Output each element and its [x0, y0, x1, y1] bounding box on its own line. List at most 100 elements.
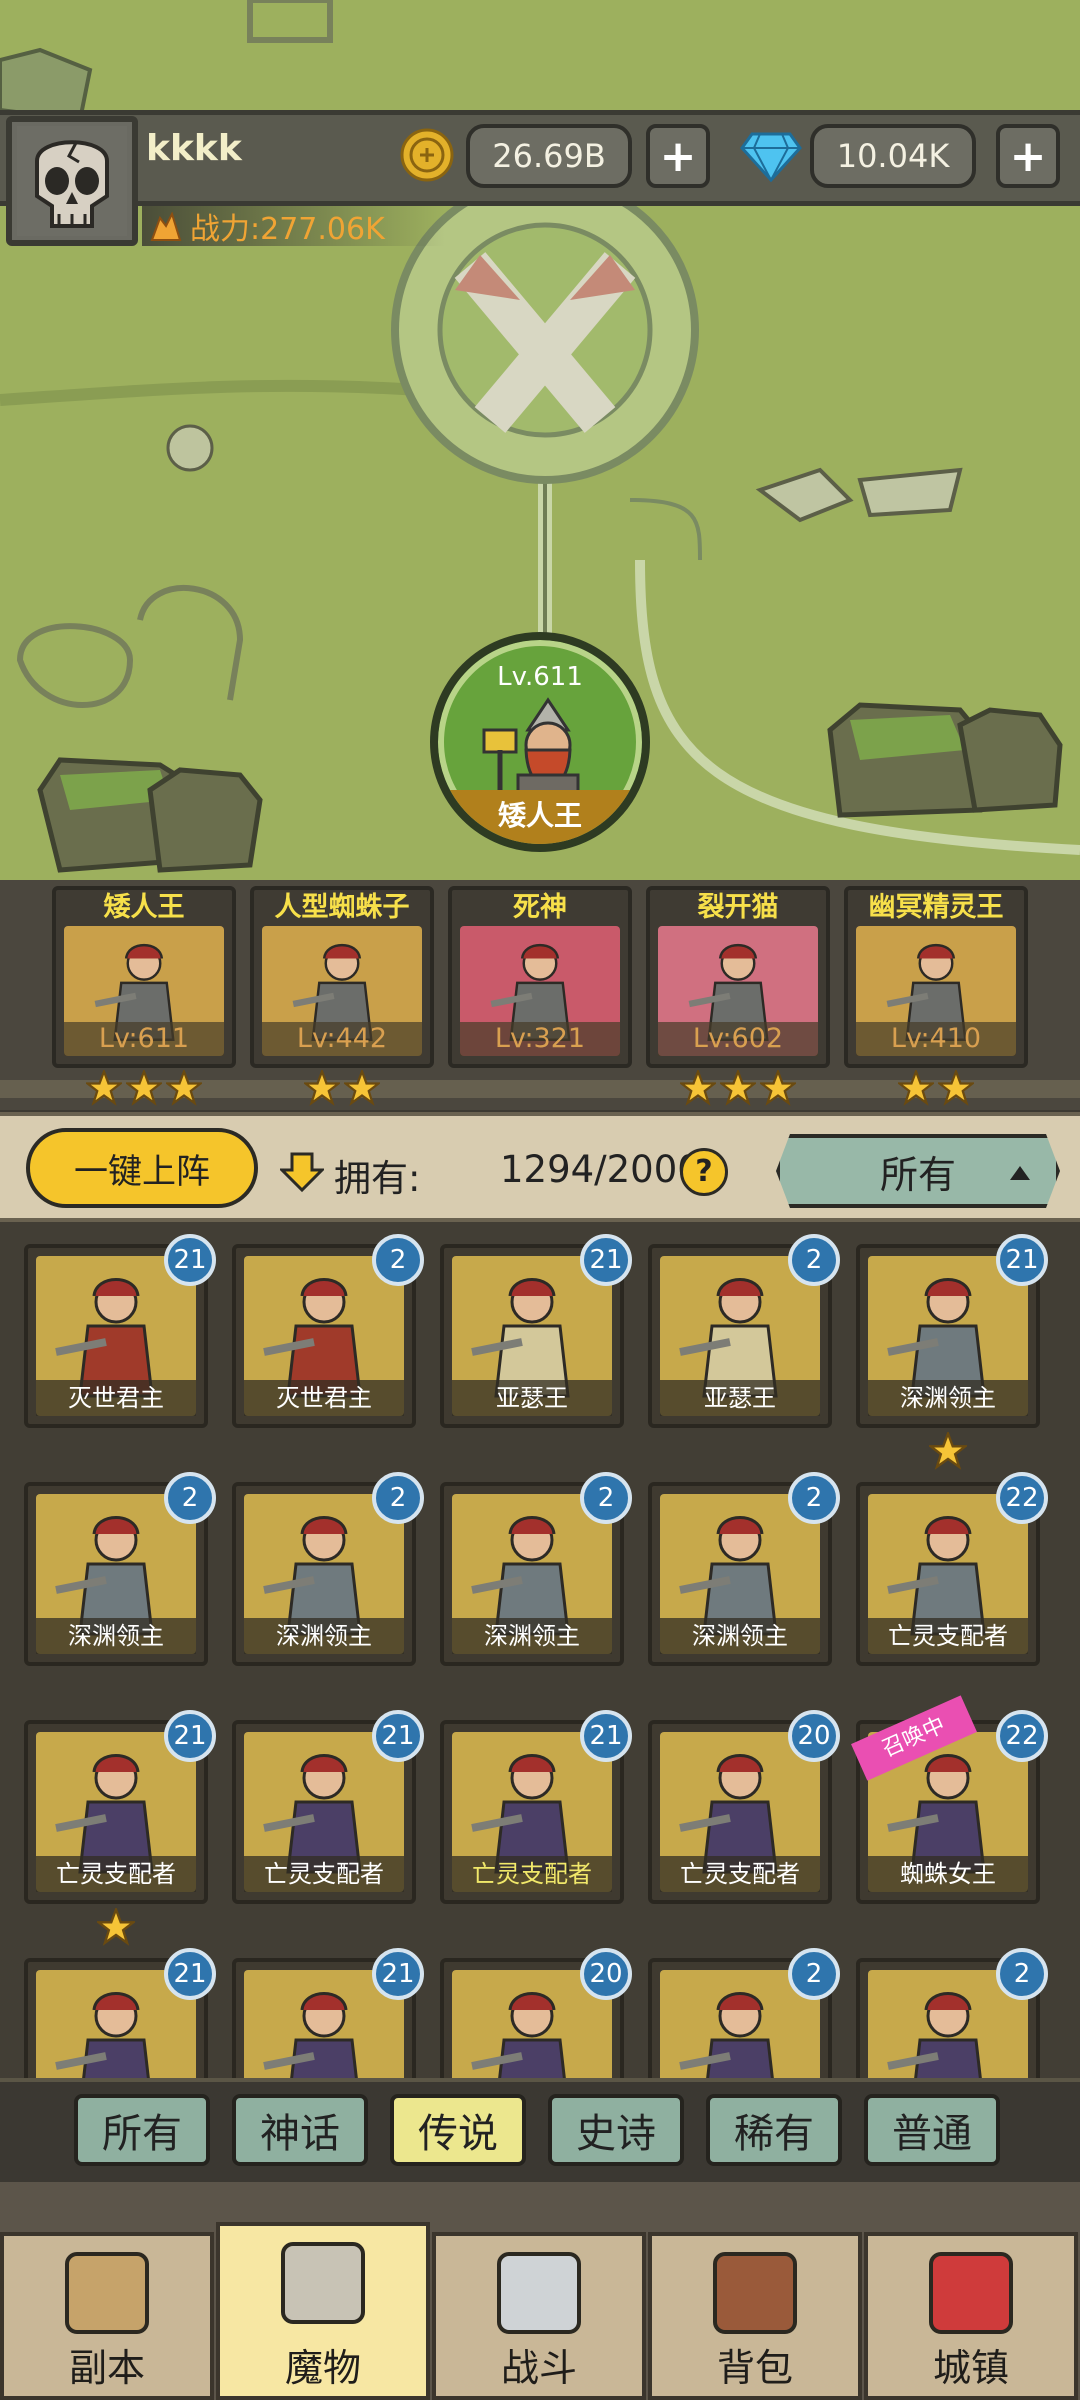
nav-tab[interactable]: 战斗 — [432, 2232, 646, 2400]
monster-star — [95, 1906, 137, 1946]
monster-card[interactable]: 亡灵支配者 21 — [232, 1710, 424, 1904]
filter-dropdown-value: 所有 — [879, 1152, 956, 1197]
rarity-tab[interactable]: 普通 — [864, 2094, 1000, 2166]
featured-hero-name: 矮人王 — [497, 799, 582, 832]
combat-power: 战力:277.06K — [142, 206, 445, 247]
nav-icon — [281, 2242, 365, 2324]
monster-card[interactable]: 21 — [232, 1948, 424, 2078]
monster-count-badge: 21 — [372, 1948, 424, 2000]
team-slot-name: 人型蜘蛛子 — [274, 892, 410, 923]
nav-icon — [929, 2252, 1013, 2334]
player-avatar[interactable] — [6, 116, 138, 246]
monster-card[interactable]: 亡灵支配者 21 — [440, 1710, 632, 1904]
monster-card[interactable]: 亚瑟王 21 — [440, 1234, 632, 1428]
monster-card[interactable]: 深渊领主 2 — [648, 1472, 840, 1666]
monster-count-badge: 21 — [164, 1234, 216, 1286]
star-icon — [166, 1070, 202, 1106]
monster-card-name: 灭世君主 — [244, 1380, 404, 1416]
help-icon[interactable]: ? — [680, 1148, 728, 1196]
monster-card[interactable]: 亡灵支配者 22 — [856, 1472, 1048, 1666]
nav-tab[interactable]: 魔物 — [216, 2222, 430, 2400]
monster-count-badge: 21 — [372, 1710, 424, 1762]
monster-grid: 灭世君主 21 灭世君主 2 亚瑟王 21 亚瑟王 2 深渊领主 21 深渊领主 2 深渊领主 2 深渊领主… — [0, 1226, 1080, 2078]
monster-card-name: 深渊领主 — [452, 1618, 612, 1654]
monster-card-name: 深渊领主 — [244, 1618, 404, 1654]
rarity-tab[interactable]: 稀有 — [706, 2094, 842, 2166]
monster-card[interactable]: 深渊领主 2 — [232, 1472, 424, 1666]
team-slot-level: Lv:410 — [856, 1022, 1016, 1056]
monster-count-badge: 20 — [788, 1710, 840, 1762]
star-icon — [927, 1430, 969, 1470]
monster-count-badge: 2 — [788, 1472, 840, 1524]
monster-card-name: 蜘蛛女王 — [868, 1856, 1028, 1892]
monster-card-name: 亚瑟王 — [660, 1380, 820, 1416]
featured-hero[interactable]: Lv.611 矮人王 — [430, 632, 650, 852]
plus-icon: + — [659, 130, 697, 182]
team-slot[interactable]: 裂开猫 Lv:602 — [646, 886, 830, 1068]
team-slot-level: Lv:442 — [262, 1022, 422, 1056]
monster-card[interactable]: 深渊领主 21 — [856, 1234, 1048, 1428]
add-gems-button[interactable]: + — [996, 124, 1060, 188]
star-icon — [95, 1906, 137, 1946]
monster-card[interactable]: 2 — [856, 1948, 1048, 2078]
add-gold-button[interactable]: + — [646, 124, 710, 188]
monster-card[interactable]: 深渊领主 2 — [24, 1472, 216, 1666]
team-slot-stars — [304, 1070, 380, 1106]
monster-card-name: 灭世君主 — [36, 1380, 196, 1416]
skull-icon — [166, 424, 214, 472]
star-icon — [720, 1070, 756, 1106]
monster-card-name: 亡灵支配者 — [660, 1856, 820, 1892]
monster-card[interactable]: 蜘蛛女王 22 召唤中 — [851, 1695, 1048, 1904]
monster-count-badge: 2 — [164, 1472, 216, 1524]
monster-card-name: 亡灵支配者 — [452, 1856, 612, 1892]
monster-card[interactable]: 2 — [648, 1948, 840, 2078]
team-slot[interactable]: 矮人王 Lv:611 — [52, 886, 236, 1068]
owned-label: 拥有: — [334, 1157, 421, 1200]
monster-card[interactable]: 21 — [24, 1948, 216, 2078]
filter-dropdown[interactable]: 所有 — [776, 1134, 1060, 1208]
nav-icon — [497, 2252, 581, 2334]
monster-card[interactable]: 亚瑟王 2 — [648, 1234, 840, 1428]
team-slot-name: 矮人王 — [103, 892, 185, 923]
star-icon — [898, 1070, 934, 1106]
monster-count-badge: 22 — [996, 1472, 1048, 1524]
monster-card-name: 深渊领主 — [660, 1618, 820, 1654]
team-slot[interactable]: 人型蜘蛛子 Lv:442 — [250, 886, 434, 1068]
gold-amount: 26.69B — [466, 124, 632, 188]
monster-count-badge: 20 — [580, 1948, 632, 2000]
one-click-deploy-button[interactable]: 一键上阵 — [26, 1128, 258, 1208]
down-arrow-icon — [280, 1152, 324, 1193]
monster-card[interactable]: 灭世君主 2 — [232, 1234, 424, 1428]
monster-card[interactable]: 亡灵支配者 21 — [24, 1710, 216, 1904]
featured-hero-level: Lv.611 — [497, 662, 583, 692]
nav-icon — [713, 2252, 797, 2334]
owned-count: 1294/2000 — [500, 1148, 701, 1191]
nav-tab-label: 魔物 — [284, 2346, 361, 2390]
monster-card[interactable]: 20 — [440, 1948, 632, 2078]
nav-tab[interactable]: 副本 — [0, 2232, 214, 2400]
rarity-tab[interactable]: 史诗 — [548, 2094, 684, 2166]
rarity-tab[interactable]: 神话 — [232, 2094, 368, 2166]
nav-tab[interactable]: 背包 — [648, 2232, 862, 2400]
monster-count-badge: 21 — [580, 1234, 632, 1286]
monster-card[interactable]: 深渊领主 2 — [440, 1472, 632, 1666]
nav-tab-label: 城镇 — [932, 2346, 1009, 2390]
diamond-icon — [740, 132, 802, 182]
star-icon — [760, 1070, 796, 1106]
team-slot[interactable]: 幽冥精灵王 Lv:410 — [844, 886, 1028, 1068]
monster-card[interactable]: 亡灵支配者 20 — [648, 1710, 840, 1904]
monster-count-badge: 22 — [996, 1710, 1048, 1762]
rarity-tab[interactable]: 所有 — [74, 2094, 210, 2166]
team-slot-stars — [898, 1070, 974, 1106]
nav-tab-label: 副本 — [68, 2346, 145, 2390]
monster-count-badge: 2 — [372, 1234, 424, 1286]
rarity-tab[interactable]: 传说 — [390, 2094, 526, 2166]
monster-card[interactable]: 灭世君主 21 — [24, 1234, 216, 1428]
monster-count-badge: 2 — [996, 1948, 1048, 2000]
nav-tab[interactable]: 城镇 — [864, 2232, 1078, 2400]
team-slot[interactable]: 死神 Lv:321 — [448, 886, 632, 1068]
monster-card-name: 亚瑟王 — [452, 1380, 612, 1416]
nav-icon — [65, 2252, 149, 2334]
monster-count-badge: 21 — [164, 1710, 216, 1762]
star-icon — [126, 1070, 162, 1106]
